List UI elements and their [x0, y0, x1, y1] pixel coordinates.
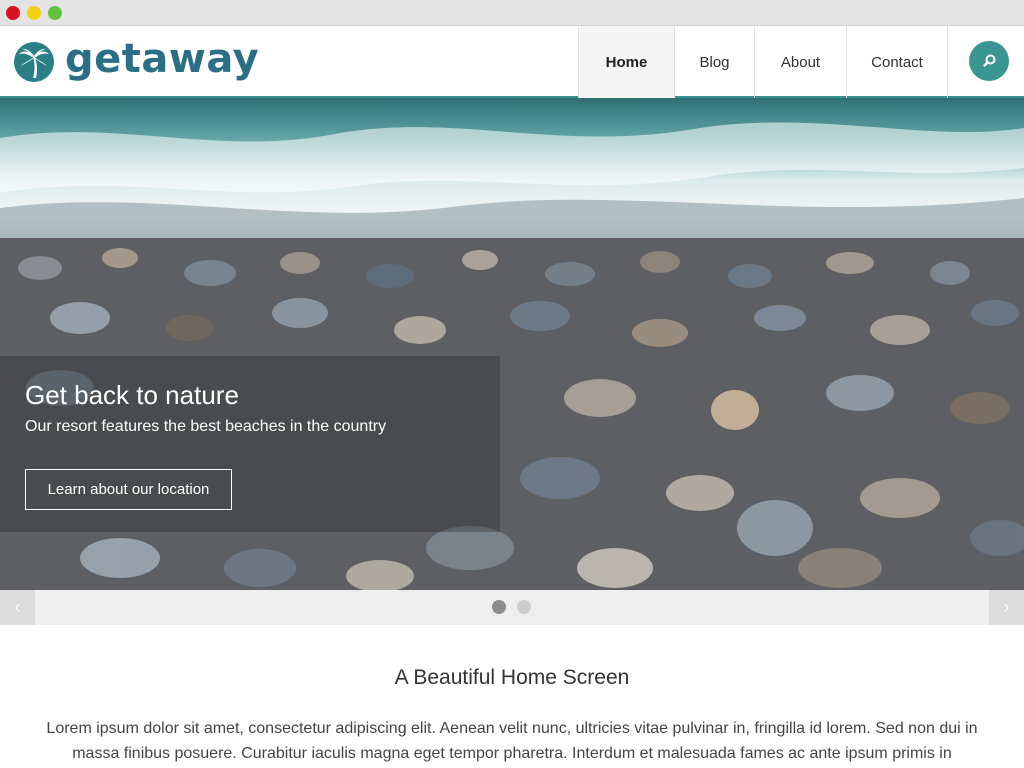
minimize-window-button[interactable]	[27, 6, 41, 20]
hero-title: Get back to nature	[25, 380, 239, 410]
main-nav: Home Blog About Contact	[578, 26, 948, 98]
hero-slider: Get back to nature Our resort features t…	[0, 98, 1024, 590]
hero-subtitle: Our resort features the best beaches in …	[25, 418, 387, 435]
nav-contact[interactable]: Contact	[846, 26, 948, 98]
prev-slide-button[interactable]: ‹	[0, 590, 35, 625]
search-button[interactable]	[969, 41, 1009, 81]
palm-tree-icon	[14, 42, 54, 82]
nav-home[interactable]: Home	[578, 26, 674, 98]
window-titlebar	[0, 0, 1024, 26]
search-icon	[983, 54, 996, 67]
learn-location-button[interactable]: Learn about our location	[25, 469, 232, 510]
hero-caption: Get back to nature Our resort features t…	[0, 356, 500, 532]
next-slide-button[interactable]: ›	[989, 590, 1024, 625]
close-window-button[interactable]	[6, 6, 20, 20]
site-header: getaway Home Blog About Contact	[0, 26, 1024, 98]
nav-about[interactable]: About	[754, 26, 846, 98]
maximize-window-button[interactable]	[48, 6, 62, 20]
section-body: Lorem ipsum dolor sit amet, consectetur …	[46, 720, 978, 762]
slide-dot-1[interactable]	[492, 600, 506, 614]
slide-dot-2[interactable]	[517, 600, 531, 614]
brand-name: getaway	[65, 36, 260, 82]
slider-controls: ‹ ›	[0, 590, 1024, 625]
nav-blog[interactable]: Blog	[674, 26, 754, 98]
section-title: A Beautiful Home Screen	[394, 666, 630, 689]
site-logo[interactable]: getaway	[14, 36, 260, 84]
